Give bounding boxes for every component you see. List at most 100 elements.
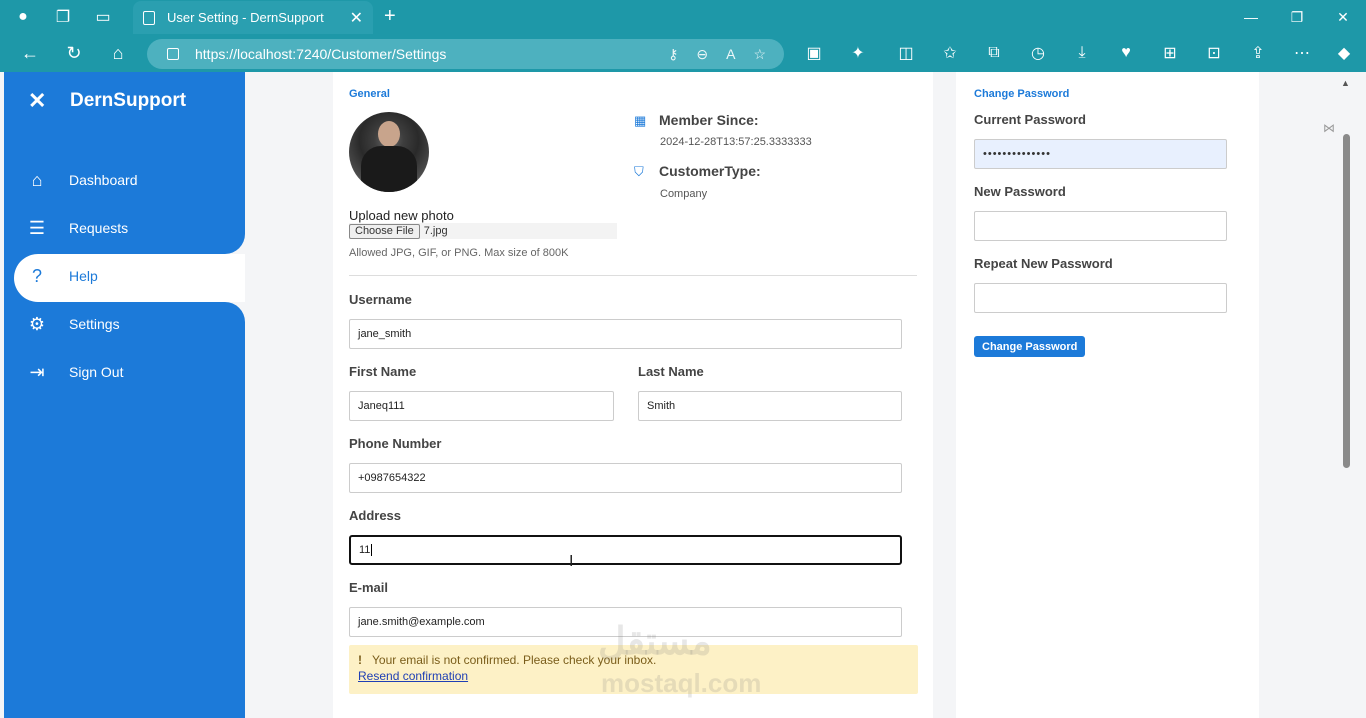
- back-icon[interactable]: ←: [16, 40, 44, 66]
- address-value: 11: [359, 544, 371, 556]
- sidebar-item-label: Settings: [69, 316, 120, 332]
- performance-icon[interactable]: ♥: [1112, 40, 1140, 66]
- tab-actions-icon[interactable]: ▭: [90, 5, 116, 29]
- split-screen-icon[interactable]: ◫: [892, 40, 920, 66]
- sidebar-item-sign-out[interactable]: ⇥ Sign Out: [24, 358, 234, 386]
- new-tab-icon[interactable]: +: [384, 5, 396, 28]
- divider: [349, 275, 917, 276]
- member-since-label: Member Since:: [659, 112, 759, 128]
- sidebar-item-label: Dashboard: [69, 172, 138, 188]
- watermark-latin: mostaql.com: [601, 668, 762, 698]
- brand[interactable]: ✕ DernSupport: [28, 88, 186, 114]
- change-password-card: Change Password Current Password •••••••…: [956, 72, 1259, 718]
- current-password-field[interactable]: ••••••••••••••: [974, 139, 1227, 169]
- brand-name: DernSupport: [70, 90, 187, 111]
- profile-icon[interactable]: ●: [10, 5, 36, 29]
- username-field[interactable]: jane_smith: [349, 319, 902, 349]
- first-name-value: Janeq111: [358, 400, 405, 412]
- history-icon[interactable]: ◷: [1024, 40, 1052, 66]
- resend-confirmation-link[interactable]: Resend confirmation: [358, 669, 468, 683]
- current-password-value: ••••••••••••••: [983, 148, 1051, 160]
- member-since-value: 2024-12-28T13:57:25.3333333: [660, 136, 812, 148]
- address-bar-row: ← ↻ ⌂ https://localhost:7240/Customer/Se…: [0, 34, 1366, 72]
- gear-icon: ⚙: [28, 313, 46, 334]
- share-icon[interactable]: ⇪: [1244, 40, 1272, 66]
- upload-hint: Allowed JPG, GIF, or PNG. Max size of 80…: [349, 247, 569, 259]
- username-value: jane_smith: [358, 328, 412, 340]
- close-tab-icon[interactable]: ✕: [350, 8, 363, 28]
- zoom-icon[interactable]: ⊖: [696, 46, 708, 63]
- text-caret: [371, 544, 373, 556]
- window-close-icon[interactable]: ✕: [1320, 0, 1366, 34]
- scrollbar[interactable]: ▲: [1340, 72, 1352, 718]
- calendar-icon: ▦: [634, 113, 647, 128]
- page-icon: [143, 10, 155, 25]
- phone-label: Phone Number: [349, 436, 442, 451]
- avatar: [349, 112, 429, 192]
- last-name-field[interactable]: Smith: [638, 391, 902, 421]
- screenshot-icon[interactable]: ⊡: [1200, 40, 1228, 66]
- sidebar-item-label: Sign Out: [69, 364, 124, 380]
- url-text: https://localhost:7240/Customer/Settings: [195, 46, 447, 62]
- address-field[interactable]: 11: [349, 535, 902, 565]
- warning-icon: !: [358, 653, 362, 667]
- new-password-label: New Password: [974, 184, 1066, 199]
- extension-icon[interactable]: ▣: [800, 40, 828, 66]
- watermark-arabic: مستقل: [598, 621, 712, 663]
- page-viewport: ✕ DernSupport ⌂ Dashboard ☰ Requests ? H…: [4, 72, 1366, 718]
- last-name-label: Last Name: [638, 364, 704, 379]
- copilot-icon[interactable]: ◆: [1330, 40, 1358, 66]
- choose-file-button[interactable]: Choose File: [349, 223, 420, 239]
- restore-icon[interactable]: ❐: [1274, 0, 1320, 34]
- username-label: Username: [349, 292, 412, 307]
- sidebar-item-settings[interactable]: ⚙ Settings: [24, 310, 234, 338]
- collections-icon[interactable]: ⧉: [980, 40, 1008, 66]
- favorite-star-icon[interactable]: ☆: [753, 46, 766, 63]
- downloads-icon[interactable]: ⤓: [1068, 40, 1096, 66]
- repeat-password-field[interactable]: [974, 283, 1227, 313]
- email-value: jane.smith@example.com: [358, 616, 485, 628]
- current-password-label: Current Password: [974, 112, 1086, 127]
- key-icon[interactable]: ⚷: [668, 46, 678, 63]
- file-input[interactable]: Choose File 7.jpg: [349, 223, 617, 239]
- repeat-password-label: Repeat New Password: [974, 256, 1113, 271]
- sidebar-item-dashboard[interactable]: ⌂ Dashboard: [24, 166, 234, 194]
- change-password-button[interactable]: Change Password: [974, 336, 1086, 357]
- phone-field[interactable]: +0987654322: [349, 463, 902, 493]
- sidebar-item-label: Requests: [69, 220, 129, 236]
- scroll-thumb[interactable]: [1343, 134, 1350, 468]
- address-label: Address: [349, 508, 402, 523]
- upload-photo-label: Upload new photo: [349, 208, 454, 223]
- lock-icon[interactable]: [167, 48, 179, 60]
- question-icon: ?: [31, 265, 42, 286]
- general-section-label: General: [349, 88, 390, 100]
- password-section-label: Change Password: [974, 88, 1070, 100]
- sidebar-toggle-icon[interactable]: ⋈: [1317, 116, 1341, 140]
- extensions-puzzle-icon[interactable]: ✦: [844, 40, 872, 66]
- sidebar-item-label: Help: [69, 268, 98, 284]
- sidebar-item-requests[interactable]: ☰ Requests: [24, 214, 234, 242]
- first-name-label: First Name: [349, 364, 417, 379]
- new-password-field[interactable]: [974, 211, 1227, 241]
- workspaces-icon[interactable]: ❐: [50, 5, 76, 29]
- scroll-up-icon[interactable]: ▲: [1341, 78, 1350, 88]
- read-aloud-icon[interactable]: A: [726, 46, 735, 62]
- browser-tab[interactable]: User Setting - DernSupport ✕: [133, 1, 373, 34]
- sign-out-icon: ⇥: [29, 361, 45, 382]
- customer-type-label: CustomerType:: [659, 163, 761, 179]
- refresh-icon[interactable]: ↻: [60, 40, 88, 66]
- tab-title: User Setting - DernSupport: [167, 10, 324, 25]
- sidebar-item-help[interactable]: ? Help: [24, 262, 234, 290]
- more-menu-icon[interactable]: ⋯: [1288, 40, 1316, 66]
- apps-icon[interactable]: ⊞: [1156, 40, 1184, 66]
- address-field[interactable]: https://localhost:7240/Customer/Settings…: [147, 39, 784, 69]
- browser-tab-bar: ● ❐ ▭ User Setting - DernSupport ✕ + — ❐…: [0, 0, 1366, 34]
- minimize-icon[interactable]: —: [1228, 0, 1274, 34]
- favorites-icon[interactable]: ✩: [936, 40, 964, 66]
- home-nav-icon[interactable]: ⌂: [104, 40, 132, 66]
- x-logo-icon: ✕: [28, 88, 47, 113]
- file-name: 7.jpg: [423, 225, 448, 237]
- last-name-value: Smith: [647, 400, 676, 412]
- first-name-field[interactable]: Janeq111: [349, 391, 614, 421]
- shield-icon: ⛉: [634, 164, 644, 179]
